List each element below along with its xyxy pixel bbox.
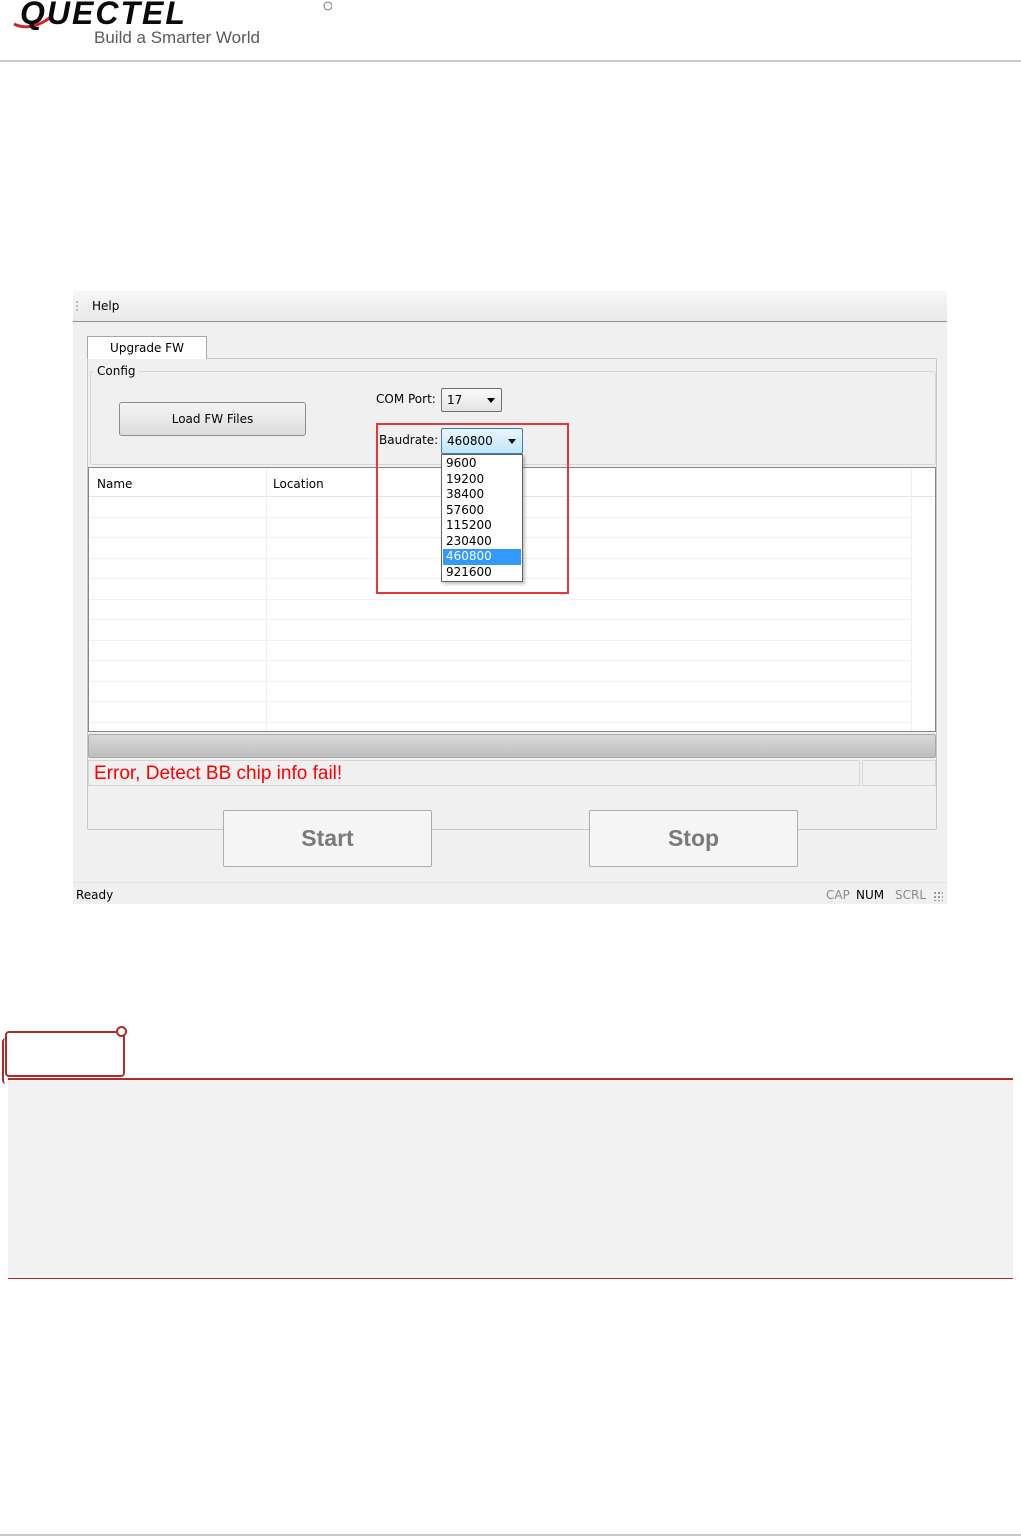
start-button[interactable]: Start xyxy=(223,810,432,867)
logo-tagline: Build a Smarter World xyxy=(94,28,260,47)
table-row xyxy=(89,681,911,682)
column-header-location[interactable]: Location xyxy=(273,477,324,491)
status-secondary-box xyxy=(862,760,936,786)
document-header: QUECTEL Build a Smarter World xyxy=(0,0,1021,62)
status-cap: CAP xyxy=(826,888,850,902)
config-group-title: Config xyxy=(94,364,139,378)
note-scroll-curl xyxy=(116,1026,127,1037)
header-divider xyxy=(0,60,1021,62)
error-message: Error, Detect BB chip info fail! xyxy=(94,763,343,784)
note-scroll-icon xyxy=(5,1031,125,1077)
com-port-label: COM Port: xyxy=(376,392,436,406)
status-bar: Ready CAP NUM SCRL xyxy=(73,882,947,904)
tab-upgrade-fw[interactable]: Upgrade FW xyxy=(87,336,207,359)
menu-bar: Help xyxy=(73,291,947,322)
quectel-logo: QUECTEL Build a Smarter World xyxy=(12,0,332,54)
column-header-name[interactable]: Name xyxy=(97,477,132,491)
status-message-box: Error, Detect BB chip info fail! xyxy=(88,760,860,786)
note-body xyxy=(8,1080,1013,1278)
com-port-value: 17 xyxy=(447,393,463,407)
progress-bar xyxy=(88,734,936,758)
menu-help[interactable]: Help xyxy=(92,299,119,313)
footer-divider xyxy=(0,1534,1021,1536)
com-port-select[interactable]: 17 xyxy=(441,388,502,412)
load-fw-files-button[interactable]: Load FW Files xyxy=(119,402,306,436)
table-row xyxy=(89,660,911,661)
table-row xyxy=(89,619,911,620)
chevron-down-icon xyxy=(487,398,495,403)
status-ready: Ready xyxy=(76,888,114,902)
qflash-window: Help Upgrade FW Config Load FW Files COM… xyxy=(73,291,947,904)
logo-wordmark: QUECTEL xyxy=(20,0,187,30)
status-num: NUM xyxy=(856,888,885,902)
table-row xyxy=(89,640,911,641)
note-bottom-divider xyxy=(8,1278,1013,1279)
table-row xyxy=(89,701,911,702)
toolbar-grip-icon xyxy=(76,300,78,312)
status-scrl: SCRL xyxy=(895,888,927,902)
registered-mark-icon xyxy=(323,1,332,11)
column-divider xyxy=(911,468,912,731)
quectel-logo-mark: QUECTEL xyxy=(13,0,332,30)
resize-grip-icon[interactable] xyxy=(933,891,943,901)
table-row xyxy=(89,722,911,723)
table-row xyxy=(89,599,911,600)
highlight-annotation-box xyxy=(376,423,569,594)
stop-button[interactable]: Stop xyxy=(589,810,798,867)
